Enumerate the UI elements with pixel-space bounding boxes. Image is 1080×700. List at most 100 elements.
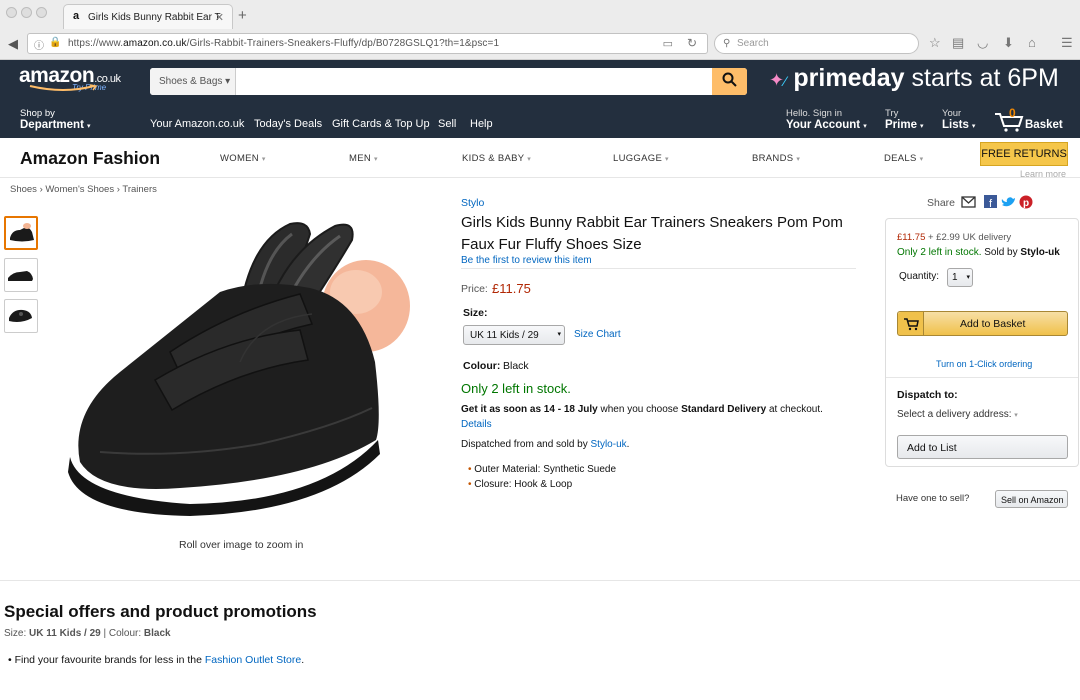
pinterest-icon[interactable]: p (1019, 195, 1033, 209)
search-button[interactable] (712, 68, 747, 95)
one-click-link[interactable]: Turn on 1-Click ordering (936, 359, 1032, 369)
facebook-icon[interactable]: f (984, 195, 997, 208)
delivery-estimate: Get it as soon as 14 - 18 July when you … (461, 404, 823, 415)
fashion-outlet-link[interactable]: Fashion Outlet Store (205, 654, 301, 666)
pocket-icon[interactable]: ◡ (977, 35, 988, 51)
search-icon (722, 72, 737, 87)
amazon-search-bar[interactable]: Shoes & Bags ▾ (150, 68, 747, 95)
seller-link[interactable]: Stylo-uk (591, 439, 627, 450)
zoom-hint: Roll over image to zoom in (179, 539, 304, 551)
offers-variation: Size: UK 11 Kids / 29 | Colour: Black (4, 628, 171, 639)
fashion-menu-luggage[interactable]: LUGGAGE ▾ (613, 153, 669, 164)
amazon-favicon-icon: a (73, 10, 80, 22)
divider (461, 268, 856, 269)
chevron-down-icon: ▾ (557, 331, 561, 338)
delivery-address-dropdown[interactable]: Select a delivery address: ▾ (897, 409, 1018, 420)
tab-title: Girls Kids Bunny Rabbit Ear T (88, 12, 221, 23)
dispatched-from: Dispatched from and sold by Stylo-uk. (461, 439, 630, 450)
divider (886, 377, 1078, 378)
try-prime-menu[interactable]: Try Prime ▾ (885, 108, 924, 131)
browser-chrome: a Girls Kids Bunny Rabbit Ear T ✕ + ◀ ⓘ … (0, 0, 1080, 60)
info-icon[interactable]: ⓘ (34, 37, 44, 52)
size-select[interactable]: UK 11 Kids / 29 ▾ (463, 325, 565, 345)
lock-icon: 🔒 (49, 37, 62, 48)
list-item: • Closure: Hook & Loop (468, 479, 573, 490)
nav-link-gift-cards[interactable]: Gift Cards & Top Up (332, 118, 430, 130)
thumbnail-2[interactable] (4, 258, 38, 292)
url-text: https://www.amazon.co.uk/Girls-Rabbit-Tr… (68, 38, 500, 49)
sell-on-amazon-button[interactable]: Sell on Amazon (995, 490, 1068, 508)
search-category-dropdown[interactable]: Shoes & Bags ▾ (150, 68, 236, 95)
bookmarks-list-icon[interactable]: ▤ (952, 35, 964, 51)
prime-day-text: starts at 6PM (911, 64, 1059, 92)
close-tab-icon[interactable]: ✕ (215, 11, 224, 24)
thumbnail-1[interactable] (4, 216, 38, 250)
size-chart-link[interactable]: Size Chart (574, 329, 621, 340)
price: £11.75 (492, 281, 531, 296)
chevron-down-icon: ▾ (1014, 412, 1018, 419)
browser-tab[interactable]: a Girls Kids Bunny Rabbit Ear T ✕ (63, 4, 233, 29)
shop-by-department[interactable]: Shop by Department ▾ (20, 108, 90, 131)
search-placeholder: Search (737, 38, 769, 49)
quantity-label: Quantity: (899, 271, 940, 282)
basket-button[interactable]: 0 Basket (994, 106, 1074, 136)
colour-label: Colour: (463, 360, 501, 372)
nav-link-sell[interactable]: Sell (438, 118, 456, 130)
prime-day-banner[interactable]: ✦⁄ primeday starts at 6PM (769, 64, 1059, 93)
fashion-menu-brands[interactable]: BRANDS ▾ (752, 153, 800, 164)
browser-search-input[interactable]: ⚲ Search (714, 33, 919, 54)
colour-value: Black (503, 360, 529, 372)
have-one-to-sell: Have one to sell? (896, 493, 970, 504)
account-menu[interactable]: Hello. Sign in Your Account ▾ (786, 108, 867, 131)
stock-status: Only 2 left in stock. (461, 381, 571, 396)
bookmark-star-icon[interactable]: ☆ (929, 35, 941, 51)
menu-icon[interactable]: ☰ (1061, 35, 1073, 51)
add-to-basket-button[interactable]: Add to Basket (897, 311, 1068, 336)
nav-link-help[interactable]: Help (470, 118, 493, 130)
breadcrumb-shoes[interactable]: Shoes (10, 184, 37, 195)
shoe-thumbnail-icon (10, 223, 34, 242)
list-item: • Find your favourite brands for less in… (8, 654, 305, 666)
fashion-menu-deals[interactable]: DEALS ▾ (884, 153, 923, 164)
feature-bullets: • Outer Material: Synthetic Suede • Clos… (468, 462, 616, 492)
learn-more-link[interactable]: Learn more (1020, 169, 1066, 179)
lists-menu[interactable]: Your Lists ▾ (942, 108, 975, 131)
reload-icon[interactable]: ↻ (687, 36, 697, 50)
amazon-smile-icon (29, 84, 98, 91)
close-window-icon[interactable] (6, 7, 17, 18)
email-icon[interactable] (961, 196, 976, 208)
fashion-menu-kids-baby[interactable]: KIDS & BABY ▾ (462, 153, 531, 164)
review-link[interactable]: Be the first to review this item (461, 255, 592, 266)
breadcrumb-womens-shoes[interactable]: Women's Shoes (45, 184, 114, 195)
back-icon[interactable]: ◀ (8, 36, 18, 52)
quantity-select[interactable]: 1 ▾ (947, 268, 973, 287)
address-bar[interactable]: ⓘ 🔒 https://www.amazon.co.uk/Girls-Rabbi… (27, 33, 708, 54)
basket-count: 0 (1009, 106, 1016, 120)
new-tab-icon[interactable]: + (238, 7, 247, 24)
twitter-icon[interactable] (1001, 196, 1016, 208)
free-returns-badge[interactable]: FREE RETURNS (980, 142, 1068, 166)
nav-link-your-amazon[interactable]: Your Amazon.co.uk (150, 118, 244, 130)
home-icon[interactable]: ⌂ (1028, 35, 1036, 50)
thumbnail-3[interactable] (4, 299, 38, 333)
fashion-menu-women[interactable]: WOMEN ▾ (220, 153, 266, 164)
product-image[interactable] (60, 212, 420, 517)
zoom-window-icon[interactable] (36, 7, 47, 18)
shoe-thumbnail-icon (9, 309, 32, 322)
breadcrumb-trainers[interactable]: Trainers (122, 184, 157, 195)
add-to-list-button[interactable]: Add to List (897, 435, 1068, 459)
brand-link[interactable]: Stylo (461, 197, 484, 209)
amazon-fashion-title[interactable]: Amazon Fashion (20, 148, 160, 169)
svg-text:p: p (1023, 198, 1029, 209)
download-icon[interactable]: ⬇ (1003, 35, 1014, 51)
details-link[interactable]: Details (461, 419, 492, 430)
shoe-thumbnail-icon (8, 271, 33, 281)
fashion-menu-men[interactable]: MEN ▾ (349, 153, 378, 164)
prime-day-brand: primeday (793, 64, 905, 92)
dispatch-to-label: Dispatch to: (897, 389, 958, 401)
minimize-window-icon[interactable] (21, 7, 32, 18)
section-divider (0, 580, 1080, 581)
size-label: Size: (463, 307, 488, 319)
nav-link-todays-deals[interactable]: Today's Deals (254, 118, 322, 130)
reader-view-icon[interactable]: ▭ (663, 37, 673, 50)
